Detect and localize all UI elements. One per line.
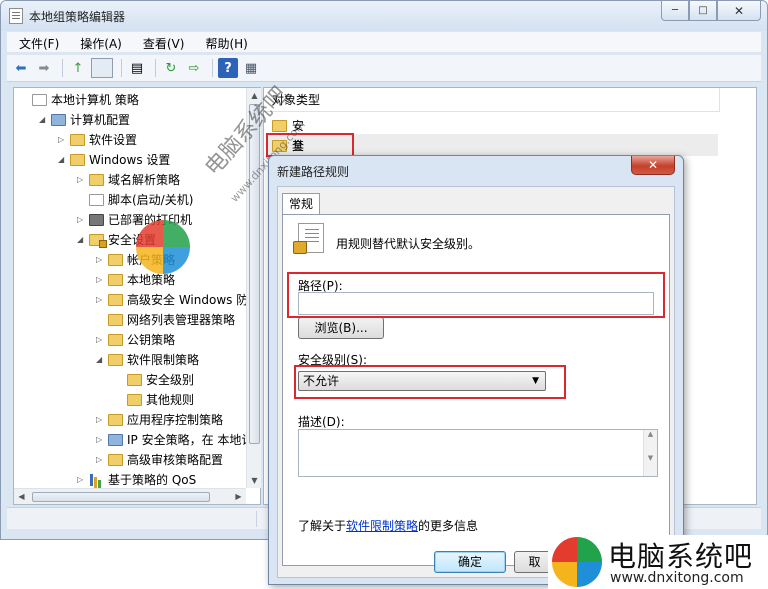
folder-icon bbox=[108, 254, 123, 266]
tree-expander-icon[interactable]: ▷ bbox=[77, 470, 86, 488]
dialog-title: 新建路径规则 bbox=[277, 165, 350, 179]
tree-expander-icon[interactable]: ▷ bbox=[96, 270, 105, 290]
folder-icon bbox=[108, 334, 123, 346]
tree-expander-icon[interactable]: ▷ bbox=[96, 290, 105, 310]
folder-icon bbox=[89, 174, 104, 186]
folder-icon bbox=[108, 314, 123, 326]
window-title: 本地组策略编辑器 bbox=[29, 10, 126, 24]
policy-icon bbox=[32, 94, 47, 106]
title-bar[interactable]: 本地组策略编辑器 ─ □ ✕ bbox=[1, 1, 767, 31]
tree-expander-icon[interactable]: ▷ bbox=[96, 450, 105, 470]
tree-expander-icon[interactable]: ◢ bbox=[96, 350, 105, 370]
tree-item-label: Windows 设置 bbox=[89, 153, 171, 167]
highlight-box-security-level bbox=[294, 365, 566, 399]
tree-item-label: 其他规则 bbox=[146, 393, 195, 407]
scroll-left-arrow-icon[interactable]: ◀ bbox=[14, 489, 29, 505]
folder-icon bbox=[272, 120, 287, 132]
policy-editor-icon bbox=[9, 8, 23, 24]
maximize-button[interactable]: □ bbox=[689, 1, 717, 21]
scroll-down-arrow-icon[interactable]: ▼ bbox=[247, 473, 262, 488]
export-list-icon[interactable]: ⇨ bbox=[184, 58, 204, 78]
menu-bar: 文件(F) 操作(A) 查看(V) 帮助(H) bbox=[7, 32, 761, 52]
tree-item-label: 安全级别 bbox=[146, 373, 195, 387]
forward-arrow-icon[interactable]: ➡ bbox=[34, 58, 54, 78]
brand-name: 电脑系统吧 bbox=[608, 540, 754, 573]
tree-item-label: 公钥策略 bbox=[127, 333, 176, 347]
brand-watermark: 电脑系统吧 www.dnxitong.com bbox=[548, 535, 768, 589]
folder-icon bbox=[108, 414, 123, 426]
folder-icon bbox=[108, 294, 123, 306]
close-button[interactable]: ✕ bbox=[717, 1, 761, 21]
folder-icon bbox=[108, 354, 123, 366]
tree-item-label: 软件限制策略 bbox=[127, 353, 200, 367]
refresh-icon[interactable]: ↻ bbox=[161, 58, 181, 78]
help-icon[interactable]: ? bbox=[218, 58, 238, 78]
menu-action[interactable]: 操作(A) bbox=[68, 32, 131, 52]
tree-expander-icon[interactable]: ◢ bbox=[39, 110, 48, 130]
tree-expander-icon[interactable]: ▷ bbox=[77, 170, 86, 190]
show-hide-tree-icon[interactable] bbox=[91, 58, 113, 78]
printer-icon bbox=[89, 214, 104, 226]
script-icon bbox=[89, 194, 104, 206]
watermark-logo-icon bbox=[136, 220, 190, 274]
tree-item-label: 高级审核策略配置 bbox=[127, 453, 224, 467]
tree-expander-icon[interactable]: ◢ bbox=[77, 230, 86, 250]
tree-item-label: 基于策略的 QoS bbox=[108, 473, 197, 487]
column-header-object-type[interactable]: 对象类型 bbox=[264, 88, 720, 112]
tree-expander-icon[interactable]: ▷ bbox=[96, 330, 105, 350]
folder-icon bbox=[108, 274, 123, 286]
scroll-thumb-horizontal[interactable] bbox=[32, 492, 210, 502]
scroll-thumb[interactable] bbox=[249, 104, 260, 444]
tree-horizontal-scrollbar[interactable]: ◀ ▶ bbox=[14, 488, 246, 504]
folder-icon bbox=[70, 134, 85, 146]
tree-item-label: 应用程序控制策略 bbox=[127, 413, 224, 427]
tree-item-label: 计算机配置 bbox=[70, 113, 131, 127]
folder-icon bbox=[70, 154, 85, 166]
scroll-right-arrow-icon[interactable]: ▶ bbox=[231, 489, 246, 505]
tree-item-label: 脚本(启动/关机) bbox=[108, 193, 194, 207]
qos-chart-icon bbox=[89, 474, 104, 486]
minimize-button[interactable]: ─ bbox=[661, 1, 689, 21]
tree-expander-icon[interactable]: ▷ bbox=[96, 410, 105, 430]
dialog-close-button[interactable]: ✕ bbox=[631, 156, 675, 175]
properties-icon[interactable]: ▦ bbox=[241, 58, 261, 78]
folder-icon bbox=[127, 374, 142, 386]
tree-expander-icon[interactable]: ▷ bbox=[96, 430, 105, 450]
tree-item-label: 本地计算机 策略 bbox=[51, 93, 139, 107]
menu-help[interactable]: 帮助(H) bbox=[193, 32, 256, 52]
brand-url: www.dnxitong.com bbox=[610, 570, 744, 586]
tree-expander-icon[interactable]: ◢ bbox=[58, 150, 67, 170]
tree-item-label: 软件设置 bbox=[89, 133, 138, 147]
tree-expander-icon[interactable]: ▷ bbox=[58, 130, 67, 150]
back-arrow-icon[interactable]: ⬅ bbox=[11, 58, 31, 78]
folder-icon bbox=[127, 394, 142, 406]
menu-view[interactable]: 查看(V) bbox=[131, 32, 194, 52]
highlight-box-path bbox=[287, 272, 665, 318]
menu-file[interactable]: 文件(F) bbox=[7, 32, 68, 52]
tree-item-label: IP 安全策略，在 本地计 bbox=[127, 433, 246, 447]
ip-security-icon bbox=[108, 434, 123, 446]
tab-general[interactable]: 常规 bbox=[282, 193, 320, 215]
status-cell bbox=[7, 511, 257, 527]
tree-expander-icon[interactable]: ▷ bbox=[96, 250, 105, 270]
toolbar: ⬅ ➡ ↑ ▤ ↻ ⇨ ? ▦ bbox=[7, 54, 761, 82]
tree-item-label: 域名解析策略 bbox=[108, 173, 181, 187]
document-icon[interactable]: ▤ bbox=[127, 58, 147, 78]
security-folder-icon bbox=[89, 234, 107, 248]
tree-item-label: 网络列表管理器策略 bbox=[127, 313, 236, 327]
tree-item-label: 高级安全 Windows 防火 bbox=[127, 293, 246, 307]
brand-logo-icon bbox=[552, 537, 602, 587]
computer-icon bbox=[51, 114, 66, 126]
folder-icon bbox=[108, 454, 123, 466]
tree-expander-icon[interactable]: ▷ bbox=[77, 210, 86, 230]
up-folder-icon[interactable]: ↑ bbox=[68, 58, 88, 78]
